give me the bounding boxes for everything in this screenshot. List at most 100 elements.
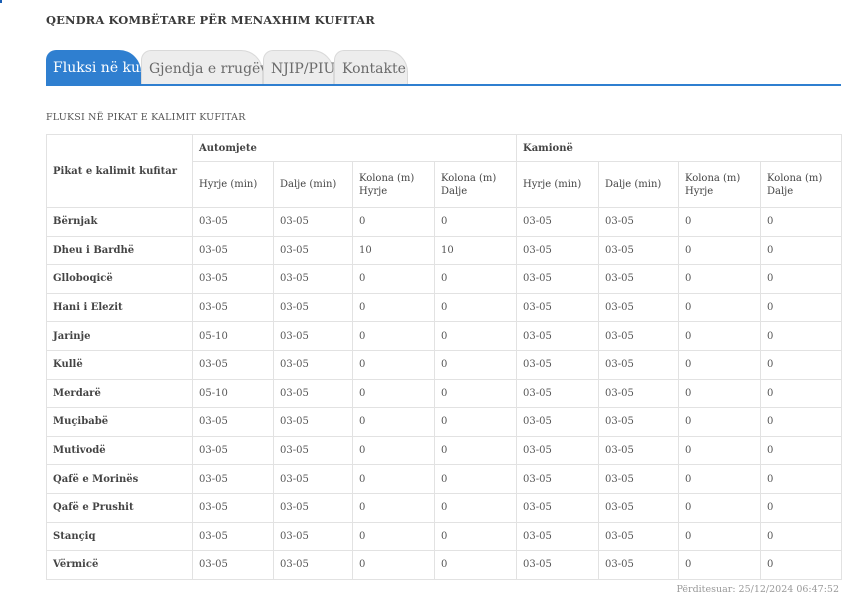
table-body: Bërnjak 03-05 03-05 0 0 03-05 03-05 0 0 Dheu i Ba… [46, 207, 843, 580]
table-cell: 03-05 [516, 492, 599, 523]
border-point-name: Qafë e Prushit [46, 492, 193, 523]
table-cell: 0 [434, 492, 517, 523]
table-cell: 03-05 [273, 435, 353, 466]
table-cell: 0 [678, 521, 761, 552]
table-cell: 03-05 [192, 264, 274, 294]
border-point-name: Muçibabë [46, 407, 193, 437]
table-cell: 0 [434, 521, 517, 552]
tab-gjendja-e-rrugeve[interactable]: Gjendja e rrugëve [141, 50, 277, 84]
table-cell: 03-05 [516, 464, 599, 494]
border-point-name: Jarinje [46, 321, 193, 351]
border-point-name: Mutivodë [46, 435, 193, 466]
tab-njip-piu[interactable]: NJIP/PIU [263, 50, 335, 84]
table-cell: 0 [759, 264, 843, 294]
border-point-name: Glloboqicë [46, 264, 193, 294]
table-cell: 03-05 [273, 349, 353, 380]
table-cell: 03-05 [516, 235, 599, 266]
border-point-name: Dheu i Bardhë [46, 235, 193, 266]
border-flux-table: Pikat e kalimit kufitar Automjete Kamion… [46, 134, 843, 580]
table-cell: 03-05 [598, 521, 679, 552]
table-cell: 0 [352, 321, 435, 351]
sub-header-trucks-2: Kolona (m) Hyrje [678, 161, 761, 208]
table-cell: 0 [434, 407, 517, 437]
table-row: Glloboqicë 03-05 03-05 0 0 03-05 03-05 0 0 [46, 264, 843, 294]
table-cell: 03-05 [273, 407, 353, 437]
table-cell: 0 [678, 378, 761, 409]
table-cell: 0 [678, 264, 761, 294]
table-cell: 0 [434, 435, 517, 466]
table-row: Qafë e Prushit 03-05 03-05 0 0 03-05 03-05 0 0 [46, 492, 843, 523]
table-cell: 0 [759, 235, 843, 266]
table-cell: 03-05 [273, 464, 353, 494]
table-cell: 0 [352, 550, 435, 580]
border-point-name: Kullë [46, 349, 193, 380]
table-cell: 0 [759, 550, 843, 580]
table-cell: 03-05 [598, 349, 679, 380]
table-cell: 03-05 [273, 207, 353, 237]
table-cell: 03-05 [273, 521, 353, 552]
table-cell: 03-05 [192, 235, 274, 266]
sub-header-vehicles-1: Dalje (min) [273, 161, 353, 208]
table-row: Jarinje 05-10 03-05 0 0 03-05 03-05 0 0 [46, 321, 843, 351]
sub-header-trucks-3: Kolona (m) Dalje [759, 161, 843, 208]
table-cell: 03-05 [516, 292, 599, 323]
table-row: Qafë e Morinës 03-05 03-05 0 0 03-05 03-05 0 0 [46, 464, 843, 494]
header-group-vehicles: Automjete [192, 134, 517, 162]
table-cell: 03-05 [192, 407, 274, 437]
border-point-name: Hani i Elezit [46, 292, 193, 323]
table-cell: 0 [352, 407, 435, 437]
table-row: Bërnjak 03-05 03-05 0 0 03-05 03-05 0 0 [46, 207, 843, 237]
table-cell: 10 [352, 235, 435, 266]
corner-marker [0, 0, 2, 3]
table-cell: 0 [352, 464, 435, 494]
table-cell: 03-05 [516, 264, 599, 294]
table-cell: 03-05 [192, 464, 274, 494]
table-cell: 0 [678, 550, 761, 580]
sub-header-vehicles-3: Kolona (m) Dalje [434, 161, 517, 208]
table-cell: 0 [759, 292, 843, 323]
table-cell: 03-05 [598, 435, 679, 466]
table-cell: 03-05 [273, 550, 353, 580]
table-cell: 0 [352, 207, 435, 237]
table-cell: 0 [352, 378, 435, 409]
table-cell: 0 [434, 550, 517, 580]
table-row: Merdarë 05-10 03-05 0 0 03-05 03-05 0 0 [46, 378, 843, 409]
table-cell: 03-05 [516, 207, 599, 237]
table-cell: 0 [352, 349, 435, 380]
tab-fluksi-ne-kufi[interactable]: Fluksi në kufi [46, 50, 149, 84]
table-cell: 0 [759, 435, 843, 466]
section-title: FLUKSI NË PIKAT E KALIMIT KUFITAR [46, 112, 246, 123]
table-row: Muçibabë 03-05 03-05 0 0 03-05 03-05 0 0 [46, 407, 843, 437]
table-cell: 0 [434, 264, 517, 294]
sub-header-trucks-0: Hyrje (min) [516, 161, 599, 208]
table-cell: 0 [759, 207, 843, 237]
table-cell: 0 [434, 292, 517, 323]
table-cell: 03-05 [516, 407, 599, 437]
table-cell: 0 [434, 378, 517, 409]
table-cell: 0 [352, 292, 435, 323]
table-cell: 03-05 [273, 235, 353, 266]
border-point-name: Vërmicë [46, 550, 193, 580]
table-cell: 0 [352, 435, 435, 466]
table-cell: 03-05 [273, 321, 353, 351]
table-row: Mutivodë 03-05 03-05 0 0 03-05 03-05 0 0 [46, 435, 843, 466]
table-cell: 0 [759, 464, 843, 494]
table-cell: 03-05 [598, 264, 679, 294]
table-cell: 0 [678, 464, 761, 494]
table-cell: 0 [434, 464, 517, 494]
table-cell: 05-10 [192, 321, 274, 351]
table-cell: 0 [352, 492, 435, 523]
table-cell: 03-05 [516, 521, 599, 552]
table-cell: 03-05 [273, 264, 353, 294]
site-title: QENDRA KOMBËTARE PËR MENAXHIM KUFITAR [46, 13, 375, 27]
table-cell: 05-10 [192, 378, 274, 409]
table-row: Hani i Elezit 03-05 03-05 0 0 03-05 03-05 0 0 [46, 292, 843, 323]
table-row: Vërmicë 03-05 03-05 0 0 03-05 03-05 0 0 [46, 550, 843, 580]
border-point-name: Bërnjak [46, 207, 193, 237]
border-point-name: Merdarë [46, 378, 193, 409]
tab-kontakte[interactable]: Kontakte [334, 50, 408, 84]
table-cell: 03-05 [192, 292, 274, 323]
tab-bar: Fluksi në kufi Gjendja e rrugëve NJIP/PI… [46, 50, 841, 86]
border-point-name: Qafë e Morinës [46, 464, 193, 494]
table-cell: 03-05 [192, 207, 274, 237]
